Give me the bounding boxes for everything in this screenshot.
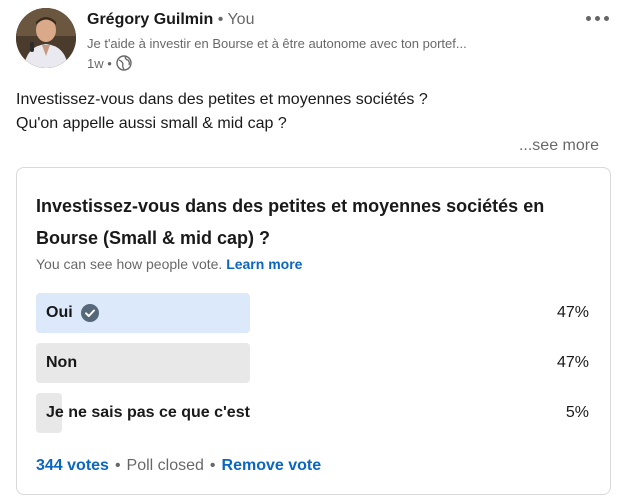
- poll-option-percent: 5%: [565, 404, 589, 421]
- post-meta: 1w •: [87, 55, 132, 71]
- poll-footer: 344 votes • Poll closed • Remove vote: [36, 457, 321, 475]
- votes-count-link[interactable]: 344 votes: [36, 457, 109, 475]
- avatar-photo: [16, 8, 76, 68]
- poll-option-non[interactable]: Non 47%: [36, 343, 591, 383]
- post-text-line: Qu'on appelle aussi small & mid cap ?: [16, 115, 287, 132]
- post-text: Investissez-vous dans des petites et moy…: [16, 88, 428, 136]
- post-text-line: Investissez-vous dans des petites et moy…: [16, 91, 428, 108]
- option-text: Je ne sais pas ce que c'est: [46, 404, 250, 421]
- poll-option-label: Je ne sais pas ce que c'est: [46, 393, 250, 433]
- author-headline: Je t'aide à investir en Bourse et à être…: [87, 36, 467, 51]
- poll-option-je-ne-sais-pas[interactable]: Je ne sais pas ce que c'est 5%: [36, 393, 591, 433]
- poll-option-oui[interactable]: Oui 47%: [36, 293, 591, 333]
- footer-separator: •: [114, 457, 121, 474]
- poll-option-label: Oui: [46, 293, 99, 333]
- poll-question: Investissez-vous dans des petites et moy…: [36, 196, 545, 248]
- option-text: Non: [46, 354, 78, 371]
- author-name-line: Grégory Guilmin • You: [87, 11, 254, 29]
- poll-card: Investissez-vous dans des petites et moy…: [16, 167, 611, 495]
- visibility-text: You can see how people vote.: [36, 256, 223, 272]
- poll-option-label: Non: [46, 343, 77, 383]
- poll-option-percent: 47%: [556, 304, 589, 321]
- learn-more-link[interactable]: Learn more: [226, 256, 302, 272]
- author-avatar[interactable]: [16, 8, 76, 68]
- poll-option-percent: 47%: [556, 354, 589, 371]
- see-more-button[interactable]: ...see more: [519, 137, 599, 155]
- footer-separator: •: [209, 457, 216, 474]
- globe-icon: [116, 55, 132, 71]
- more-options-button[interactable]: [581, 10, 613, 26]
- ellipsis-dot: [594, 15, 600, 21]
- ellipsis-dot: [603, 15, 609, 21]
- ellipsis-icon: [585, 15, 591, 21]
- poll-visibility-note: You can see how people vote. Learn more: [36, 256, 302, 272]
- you-label: • You: [217, 11, 255, 28]
- option-text: Oui: [46, 304, 73, 321]
- poll-status: Poll closed: [126, 457, 204, 474]
- post-time: 1w •: [87, 55, 112, 71]
- remove-vote-button[interactable]: Remove vote: [222, 457, 322, 475]
- author-name[interactable]: Grégory Guilmin: [87, 11, 213, 28]
- check-circle-icon: [80, 304, 99, 322]
